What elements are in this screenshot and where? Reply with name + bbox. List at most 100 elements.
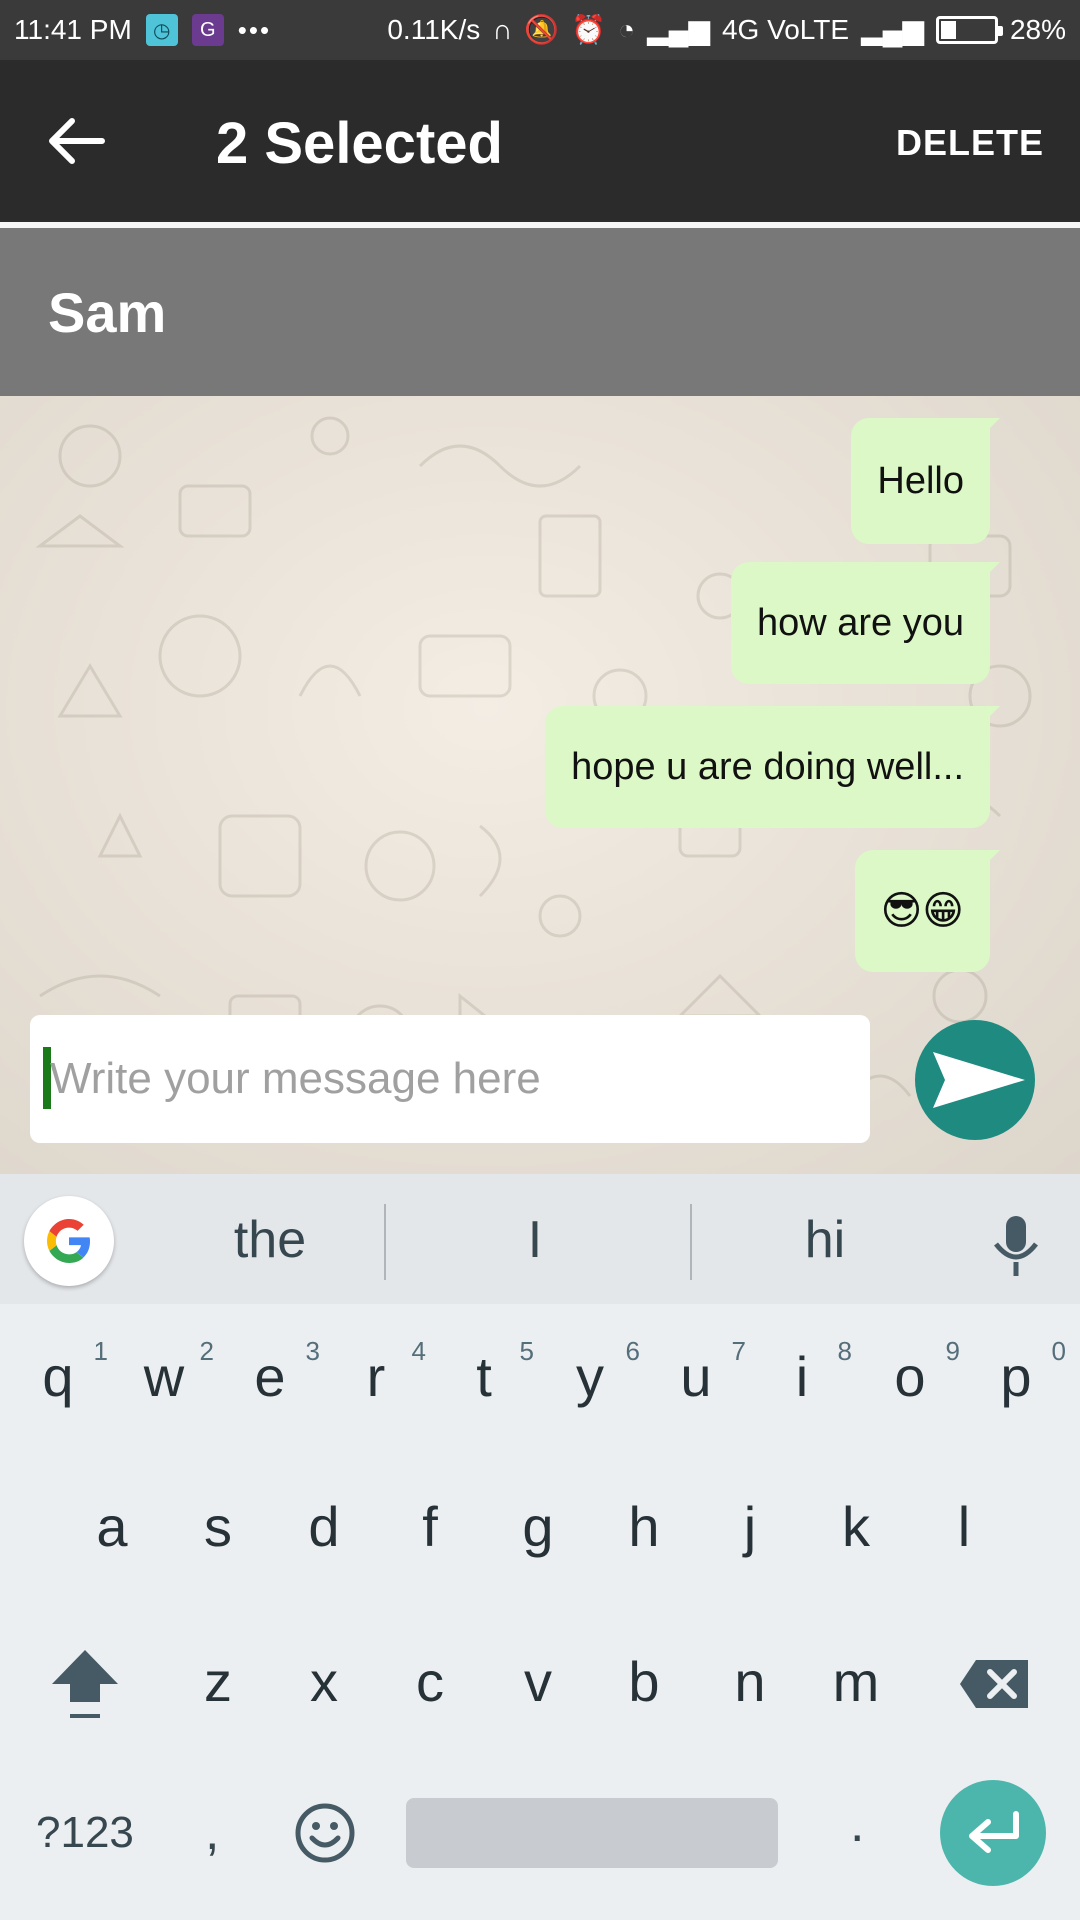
key-w[interactable]: w2 [114, 1336, 214, 1408]
key-label: r [366, 1345, 386, 1408]
key-hint: 5 [519, 1336, 534, 1366]
key-x[interactable]: x [274, 1649, 374, 1714]
key-label: t [476, 1345, 492, 1408]
suggestion-3[interactable]: hi [700, 1210, 950, 1270]
alarm-icon: ⏰ [571, 14, 607, 45]
key-g[interactable]: g [488, 1494, 588, 1559]
message-text: hope u are doing well... [571, 745, 964, 788]
key-n[interactable]: n [700, 1649, 800, 1714]
key-hint: 2 [199, 1336, 214, 1366]
key-y[interactable]: y6 [540, 1336, 640, 1408]
key-c[interactable]: c [380, 1649, 480, 1714]
key-f[interactable]: f [380, 1494, 480, 1559]
key-b[interactable]: b [594, 1649, 694, 1714]
clock-app-icon: ◷ [145, 14, 178, 46]
key-hint: 7 [731, 1336, 746, 1366]
key-label: w [143, 1345, 185, 1408]
emoji-key[interactable] [294, 1802, 356, 1864]
message-bubble[interactable]: Hello [851, 418, 1000, 544]
key-label: e [254, 1345, 286, 1408]
message-input-container [30, 1015, 870, 1143]
send-icon [933, 1052, 1025, 1108]
key-label: q [42, 1345, 74, 1408]
network-speed: 0.11K/s [387, 14, 481, 45]
microphone-icon[interactable] [986, 1212, 1046, 1282]
battery-percent: 28% [1009, 14, 1066, 45]
battery-icon [935, 16, 1003, 44]
key-u[interactable]: u7 [646, 1336, 746, 1408]
key-label: o [894, 1345, 926, 1408]
headphones-icon: ∩ [492, 14, 513, 45]
suggestion-2[interactable]: I [395, 1210, 675, 1270]
shift-key[interactable] [48, 1644, 122, 1724]
key-hint: 1 [93, 1336, 108, 1366]
selection-title: 2 Selected [216, 111, 503, 176]
message-input[interactable] [50, 1015, 850, 1143]
key-hint: 9 [945, 1336, 960, 1366]
key-hint: 8 [837, 1336, 852, 1366]
key-hint: 3 [305, 1336, 320, 1366]
google-app-icon: G [191, 14, 224, 46]
key-hint: 6 [625, 1336, 640, 1366]
smiley-icon [295, 1803, 355, 1863]
symbols-key[interactable]: ?123 [36, 1808, 134, 1858]
key-o[interactable]: o9 [860, 1336, 960, 1408]
key-s[interactable]: s [168, 1494, 268, 1559]
message-text: Hello [877, 459, 964, 502]
suggestion-strip: the I hi [0, 1174, 1080, 1304]
key-label: i [795, 1345, 809, 1408]
key-m[interactable]: m [806, 1649, 906, 1714]
period-key[interactable]: . [850, 1794, 864, 1854]
more-notifications-icon: ••• [237, 14, 272, 45]
suggestion-divider [384, 1204, 386, 1280]
message-bubble[interactable]: hope u are doing well... [545, 706, 1000, 828]
key-j[interactable]: j [700, 1494, 800, 1559]
status-bar: 11:41 PM ◷ G ••• 0.11K/s ∩ 🔕 ⏰ ◔ ▂▄▆ 4G … [0, 0, 1080, 60]
message-text: how are you [756, 601, 964, 644]
wifi-icon: ◔ [618, 14, 636, 45]
comma-key[interactable]: , [205, 1802, 219, 1862]
key-q[interactable]: q1 [8, 1336, 108, 1408]
key-r[interactable]: r4 [326, 1336, 426, 1408]
space-key[interactable] [406, 1798, 778, 1868]
key-v[interactable]: v [488, 1649, 588, 1714]
back-arrow-icon[interactable] [46, 116, 106, 166]
key-p[interactable]: p0 [966, 1336, 1066, 1408]
key-hint: 4 [411, 1336, 426, 1366]
suggestion-1[interactable]: the [150, 1210, 390, 1270]
key-h[interactable]: h [594, 1494, 694, 1559]
network-type: 4G VoLTE [721, 14, 850, 45]
google-icon[interactable] [24, 1196, 114, 1286]
key-e[interactable]: e3 [220, 1336, 320, 1408]
key-l[interactable]: l [914, 1494, 1014, 1559]
enter-icon [969, 1811, 1019, 1853]
shift-icon [52, 1650, 118, 1718]
contact-name: Sam [48, 281, 167, 344]
suggestion-divider [690, 1204, 692, 1280]
bell-off-icon: 🔕 [524, 14, 560, 45]
backspace-key[interactable] [958, 1658, 1030, 1710]
message-bubble[interactable]: 😎😁 [854, 850, 1000, 972]
keyboard: the I hi q1 w2 e3 r4 t5 y6 u7 i8 o9 p0 a… [0, 1174, 1080, 1920]
message-bubble[interactable]: how are you [730, 562, 1000, 684]
backspace-icon [960, 1660, 1028, 1708]
key-label: y [576, 1345, 604, 1408]
key-t[interactable]: t5 [434, 1336, 534, 1408]
key-d[interactable]: d [274, 1494, 374, 1559]
message-text: 😎😁 [880, 889, 964, 933]
key-label: p [1000, 1345, 1032, 1408]
key-z[interactable]: z [168, 1649, 268, 1714]
status-time: 11:41 PM [14, 14, 132, 45]
signal-icon-2: ▂▄▆ [861, 14, 924, 45]
key-hint: 0 [1051, 1336, 1066, 1366]
delete-button[interactable]: DELETE [896, 122, 1044, 164]
key-k[interactable]: k [806, 1494, 906, 1559]
key-a[interactable]: a [62, 1494, 162, 1559]
action-bar: 2 Selected DELETE [0, 60, 1080, 222]
signal-icon: ▂▄▆ [647, 14, 710, 45]
key-i[interactable]: i8 [752, 1336, 852, 1408]
key-label: u [680, 1345, 712, 1408]
enter-key[interactable] [940, 1780, 1046, 1886]
send-button[interactable] [915, 1020, 1035, 1140]
contact-header: Sam [0, 228, 1080, 396]
